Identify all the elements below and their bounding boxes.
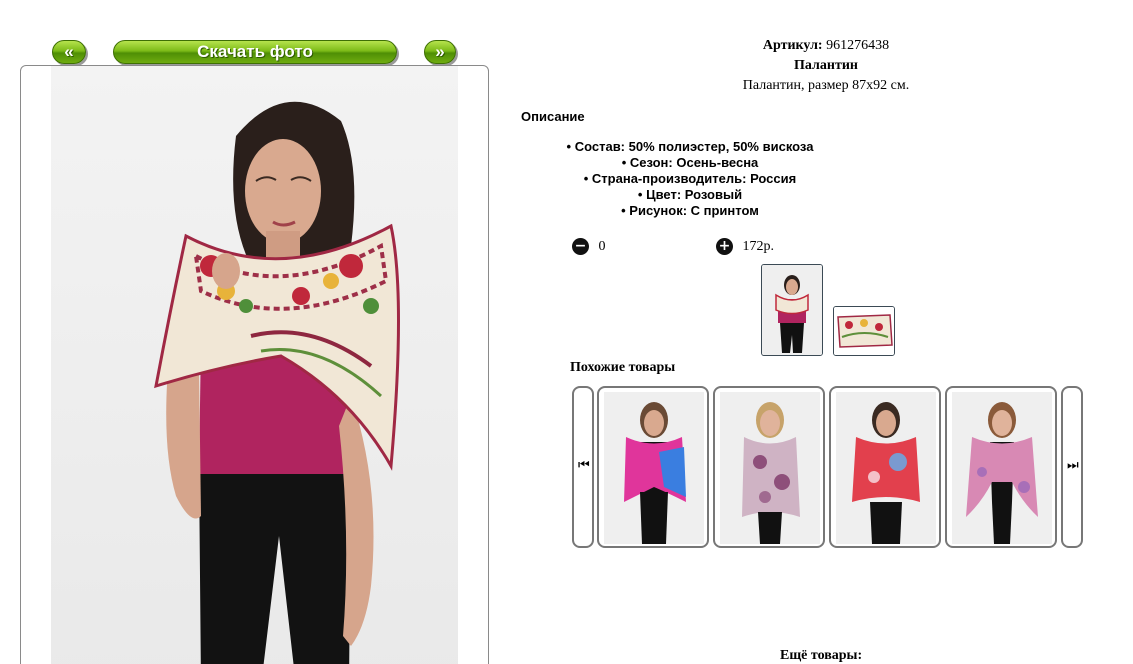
quantity-control: − 0 xyxy=(572,238,606,255)
article-value: 961276438 xyxy=(826,38,890,53)
similar-product-image xyxy=(604,392,704,544)
property-item: Сезон: Осень-весна xyxy=(520,155,860,171)
similar-product-image xyxy=(836,392,936,544)
prev-photo-button[interactable]: « xyxy=(52,40,86,64)
article-line: Артикул: 961276438 xyxy=(520,36,1132,56)
product-name: Палантин xyxy=(794,58,858,73)
minus-circle-icon[interactable]: − xyxy=(572,238,589,255)
similar-product-card[interactable] xyxy=(829,386,941,548)
property-item: Рисунок: С принтом xyxy=(520,203,860,219)
quantity-value: 0 xyxy=(598,238,606,254)
model-illustration xyxy=(154,101,400,664)
next-photo-button[interactable]: » xyxy=(424,40,456,64)
similar-product-card[interactable] xyxy=(597,386,709,548)
similar-product-image xyxy=(720,392,820,544)
similar-product-card[interactable] xyxy=(945,386,1057,548)
skip-forward-icon: ⏭ xyxy=(1067,458,1079,473)
photo-thumbnail-2[interactable] xyxy=(833,306,895,356)
property-item: Страна-производитель: Россия xyxy=(520,171,860,187)
product-subtitle: Палантин, размер 87х92 см. xyxy=(742,78,910,93)
main-photo-frame xyxy=(20,65,489,664)
main-product-photo[interactable] xyxy=(51,66,458,664)
properties-list: Состав: 50% полиэстер, 50% вискоза Сезон… xyxy=(520,139,860,219)
carousel-next-button[interactable]: ⏭ xyxy=(1061,386,1083,548)
product-info: Артикул: 961276438 Палантин Палантин, ра… xyxy=(520,36,1132,96)
download-photo-button[interactable]: Скачать фото xyxy=(113,40,397,64)
price-control: + 172р. xyxy=(716,238,774,255)
thumbnail-image xyxy=(762,265,822,355)
property-item: Цвет: Розовый xyxy=(520,187,860,203)
carousel-prev-button[interactable]: ⏮ xyxy=(572,386,594,548)
price-value: 172р. xyxy=(742,238,775,254)
article-label: Артикул: xyxy=(762,38,823,53)
photo-thumbnail-1[interactable] xyxy=(761,264,823,356)
similar-products-title: Похожие товары xyxy=(570,360,676,375)
similar-product-image xyxy=(952,392,1052,544)
more-products-title: Ещё товары: xyxy=(780,648,863,663)
property-item: Состав: 50% полиэстер, 50% вискоза xyxy=(520,139,860,155)
description-heading: Описание xyxy=(521,109,585,124)
skip-back-icon: ⏮ xyxy=(578,458,590,473)
thumbnail-image xyxy=(834,307,894,355)
plus-circle-icon[interactable]: + xyxy=(716,238,733,255)
similar-product-card[interactable] xyxy=(713,386,825,548)
